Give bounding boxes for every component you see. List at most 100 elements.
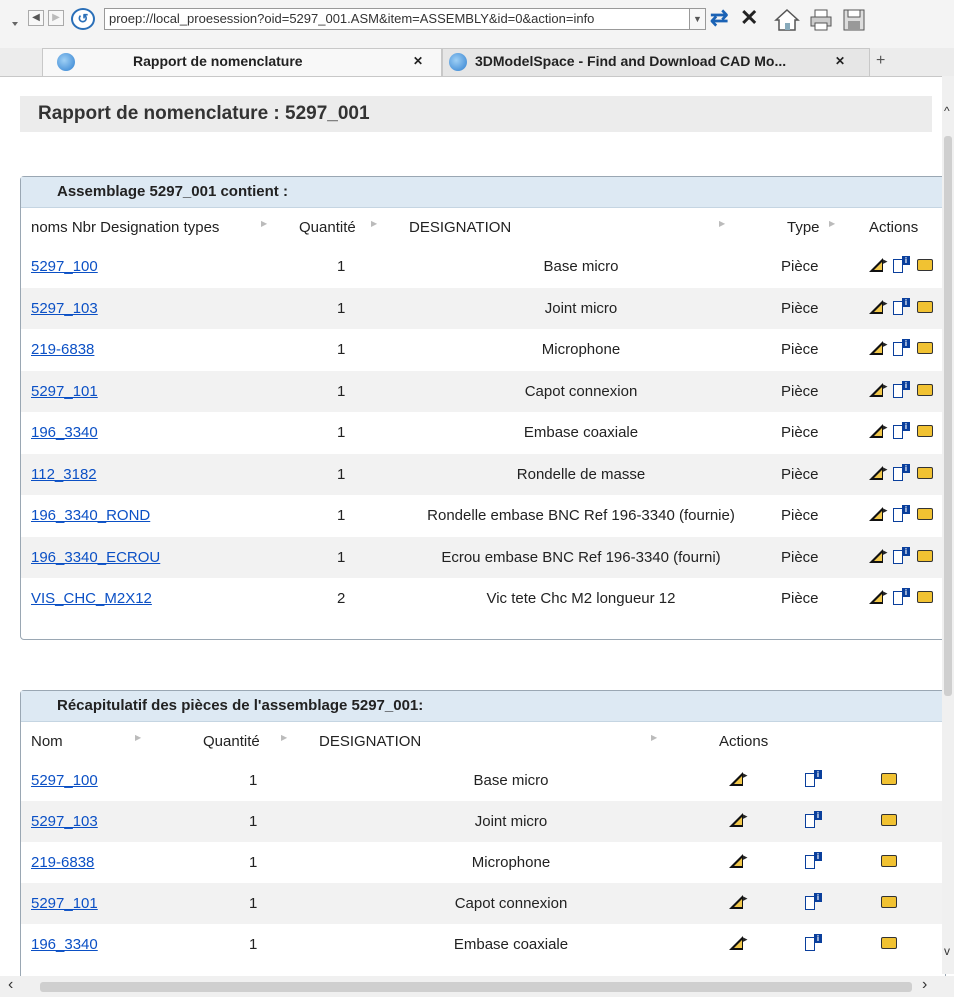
info-doc-icon[interactable]: i <box>893 256 913 274</box>
back-icon[interactable]: ◀ <box>28 10 44 26</box>
tab-close-icon[interactable]: ✕ <box>835 54 845 68</box>
sort-icon[interactable]: ▶ <box>135 733 141 742</box>
open-model-icon[interactable]: ▸ <box>869 256 889 274</box>
open-model-icon[interactable]: ▸ <box>869 464 889 482</box>
col-header-designation[interactable]: DESIGNATION <box>319 733 421 750</box>
folder-icon[interactable] <box>917 422 937 440</box>
open-model-icon[interactable]: ▸ <box>729 893 749 911</box>
col-header-qty[interactable]: Quantité <box>299 219 356 236</box>
designation-cell: Ecrou embase BNC Ref 196-3340 (fourni) <box>441 548 721 566</box>
open-model-icon[interactable]: ▸ <box>729 934 749 952</box>
open-model-icon[interactable]: ▸ <box>869 505 889 523</box>
scroll-thumb[interactable] <box>40 982 912 992</box>
menu-drop-icon[interactable] <box>12 22 18 26</box>
tab-close-icon[interactable]: ✕ <box>413 54 423 68</box>
folder-icon[interactable] <box>917 505 937 523</box>
folder-icon[interactable] <box>917 339 937 357</box>
tab-3dmodelspace[interactable]: 3DModelSpace - Find and Download CAD Mo.… <box>442 48 870 76</box>
info-doc-icon[interactable]: i <box>893 339 913 357</box>
folder-icon[interactable] <box>917 588 937 606</box>
col-header-designation[interactable]: DESIGNATION <box>409 219 511 236</box>
home-icon[interactable] <box>774 8 800 32</box>
open-model-icon[interactable]: ▸ <box>869 422 889 440</box>
stop-icon[interactable]: ✕ <box>740 6 758 30</box>
refresh-icon[interactable]: ⇄ <box>710 6 728 30</box>
scroll-right-icon[interactable]: › <box>922 976 927 994</box>
type-cell: Pièce <box>781 548 819 566</box>
col-header-type[interactable]: Type <box>787 219 820 236</box>
forward-icon[interactable]: ▶ <box>48 10 64 26</box>
open-model-icon[interactable]: ▸ <box>729 852 749 870</box>
sort-icon[interactable]: ▶ <box>261 219 267 228</box>
sort-icon[interactable]: ▶ <box>651 733 657 742</box>
bom-column-headers: noms Nbr Designation types ▶ Quantité ▶ … <box>21 208 945 246</box>
folder-icon[interactable] <box>881 893 901 911</box>
sort-icon[interactable]: ▶ <box>281 733 287 742</box>
horizontal-scrollbar[interactable]: ‹ › <box>0 976 954 997</box>
part-link[interactable]: 5297_100 <box>31 772 98 789</box>
part-link[interactable]: 219-6838 <box>31 341 94 358</box>
info-doc-icon[interactable]: i <box>805 893 825 911</box>
part-link[interactable]: 5297_100 <box>31 258 98 275</box>
info-doc-icon[interactable]: i <box>893 588 913 606</box>
folder-icon[interactable] <box>917 464 937 482</box>
tab-rapport[interactable]: Rapport de nomenclature ✕ <box>42 48 442 76</box>
scroll-left-icon[interactable]: ‹ <box>8 976 13 994</box>
col-header-nom[interactable]: Nom <box>31 733 63 750</box>
folder-icon[interactable] <box>881 770 901 788</box>
open-model-icon[interactable]: ▸ <box>729 811 749 829</box>
scroll-up-icon[interactable]: ^ <box>944 104 950 118</box>
part-link[interactable]: 5297_103 <box>31 813 98 830</box>
type-cell: Pièce <box>781 341 819 358</box>
info-doc-icon[interactable]: i <box>893 380 913 399</box>
scroll-down-icon[interactable]: v <box>944 944 950 958</box>
part-link[interactable]: 5297_103 <box>31 300 98 317</box>
info-doc-icon[interactable]: i <box>805 934 825 952</box>
col-header-qty[interactable]: Quantité <box>203 733 260 750</box>
open-model-icon[interactable]: ▸ <box>869 339 889 357</box>
folder-icon[interactable] <box>917 256 937 274</box>
url-input[interactable]: proep://local_proesession?oid=5297_001.A… <box>104 8 690 30</box>
open-model-icon[interactable]: ▸ <box>869 298 889 316</box>
part-link[interactable]: 5297_101 <box>31 383 98 400</box>
scroll-thumb[interactable] <box>944 136 952 696</box>
info-doc-icon[interactable]: i <box>805 852 825 870</box>
url-dropdown-icon[interactable]: ▼ <box>690 8 706 30</box>
folder-icon[interactable] <box>917 381 937 399</box>
part-link[interactable]: 112_3182 <box>31 466 97 483</box>
open-model-icon[interactable]: ▸ <box>869 547 889 565</box>
part-link[interactable]: 196_3340 <box>31 936 98 953</box>
part-link[interactable]: 196_3340_ECROU <box>31 549 160 566</box>
info-doc-icon[interactable]: i <box>893 546 913 565</box>
part-link[interactable]: 196_3340 <box>31 424 98 441</box>
part-link[interactable]: 5297_101 <box>31 895 98 912</box>
open-model-icon[interactable]: ▸ <box>729 770 749 788</box>
part-link[interactable]: 196_3340_ROND <box>31 507 150 524</box>
info-doc-icon[interactable]: i <box>893 297 913 316</box>
sort-icon[interactable]: ▶ <box>829 219 835 228</box>
sort-icon[interactable]: ▶ <box>719 219 725 228</box>
info-doc-icon[interactable]: i <box>805 770 825 788</box>
save-icon[interactable] <box>842 8 866 32</box>
open-model-icon[interactable]: ▸ <box>869 381 889 399</box>
info-doc-icon[interactable]: i <box>893 505 913 523</box>
info-doc-icon[interactable]: i <box>893 422 913 440</box>
folder-icon[interactable] <box>917 547 937 565</box>
part-link[interactable]: 219-6838 <box>31 854 94 871</box>
sort-icon[interactable]: ▶ <box>371 219 377 228</box>
print-icon[interactable] <box>808 8 834 32</box>
folder-icon[interactable] <box>881 811 901 829</box>
info-doc-icon[interactable]: i <box>805 811 825 829</box>
vertical-scrollbar[interactable] <box>942 76 954 974</box>
open-model-icon[interactable]: ▸ <box>869 588 889 606</box>
history-icon[interactable]: ↺ <box>71 8 95 30</box>
info-doc-icon[interactable]: i <box>893 463 913 482</box>
new-tab-button[interactable]: + <box>876 52 885 70</box>
part-link[interactable]: VIS_CHC_M2X12 <box>31 590 152 607</box>
col-header-name[interactable]: noms Nbr Designation types <box>31 219 219 236</box>
folder-icon[interactable] <box>917 298 937 316</box>
summary-rows: 5297_100 1 Base micro ▸ i 5297_103 1 Joint micr… <box>21 760 945 965</box>
tab-label: Rapport de nomenclature <box>133 53 303 69</box>
folder-icon[interactable] <box>881 852 901 870</box>
folder-icon[interactable] <box>881 934 901 952</box>
